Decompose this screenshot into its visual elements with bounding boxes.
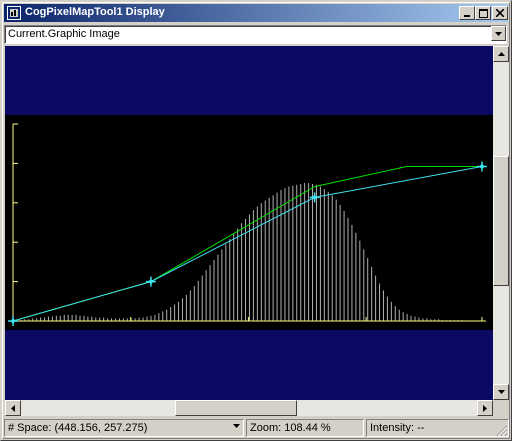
space-pane[interactable]: # Space: (448.156, 257.275) (4, 419, 244, 437)
image-selector-value: Current.Graphic Image (8, 28, 120, 40)
scroll-down-button[interactable] (493, 384, 509, 400)
resize-grip-icon[interactable] (496, 425, 508, 437)
image-display[interactable] (5, 46, 493, 400)
control-point-dot (148, 279, 153, 284)
chevron-down-icon (495, 31, 502, 36)
maximize-button[interactable] (475, 6, 491, 20)
zoom-readout: Zoom: 108.44 % (250, 422, 331, 434)
arrow-up-icon (497, 52, 505, 56)
image-selector-dropdown-button[interactable] (491, 26, 506, 41)
window-title: CogPixelMapTool1 Display (25, 6, 165, 18)
space-readout: # Space: (448.156, 257.275) (8, 422, 148, 434)
vertical-scrollbar[interactable] (493, 46, 509, 400)
minimize-button[interactable] (459, 6, 475, 20)
arrow-down-icon (497, 390, 505, 394)
vertical-scroll-thumb[interactable] (493, 156, 509, 286)
app-icon (7, 6, 21, 20)
display-window: CogPixelMapTool1 Display Current.Graphic… (0, 0, 512, 441)
zoom-pane: Zoom: 108.44 % (246, 419, 364, 437)
chevron-down-icon[interactable] (233, 424, 240, 428)
arrow-right-icon (483, 404, 487, 412)
scrollbar-corner (493, 400, 509, 416)
status-bar: # Space: (448.156, 257.275) Zoom: 108.44… (4, 418, 509, 438)
arrow-left-icon (11, 404, 15, 412)
scroll-left-button[interactable] (5, 400, 21, 416)
horizontal-scrollbar[interactable] (5, 400, 493, 416)
close-icon (496, 9, 504, 17)
intensity-pane: Intensity: -- (366, 419, 509, 437)
scroll-up-button[interactable] (493, 46, 509, 62)
control-point-dot (312, 195, 317, 200)
intensity-readout: Intensity: -- (370, 422, 425, 434)
control-point-dot (11, 319, 15, 323)
close-button[interactable] (492, 6, 508, 20)
image-selector-combo[interactable]: Current.Graphic Image (4, 25, 507, 44)
maximize-icon (478, 8, 488, 18)
pixel-map-plot[interactable] (5, 46, 493, 400)
title-bar[interactable]: CogPixelMapTool1 Display (4, 4, 508, 22)
minimize-icon (464, 15, 470, 17)
scroll-right-button[interactable] (477, 400, 493, 416)
control-point-dot (480, 164, 484, 169)
horizontal-scroll-thumb[interactable] (175, 400, 297, 416)
